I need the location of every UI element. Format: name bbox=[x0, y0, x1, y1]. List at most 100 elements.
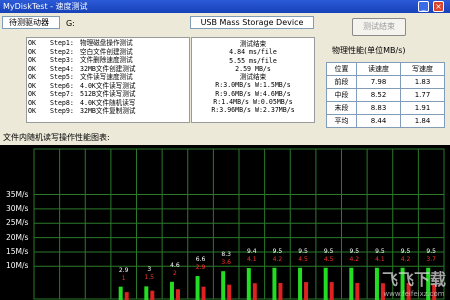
app-window: MyDiskTest - 速度测试 _ × 待测驱动器 G: USB Mass … bbox=[0, 0, 450, 300]
read-value-label: 9.5 bbox=[272, 247, 283, 255]
step-number: Step7: bbox=[50, 90, 74, 98]
read-value-label: 8.3 bbox=[221, 251, 231, 259]
perf-header-cell: 读速度 bbox=[356, 62, 401, 76]
minimize-button[interactable]: _ bbox=[418, 1, 429, 12]
result-line: 2.59 MB/s bbox=[235, 64, 271, 73]
perf-row: 末段 8.83 1.91 bbox=[326, 101, 445, 115]
write-value-label: 4.2 bbox=[349, 255, 360, 263]
result-line: 4.84 ms/file bbox=[229, 48, 277, 57]
read-value-label: 9.5 bbox=[323, 247, 334, 255]
read-bar bbox=[169, 281, 174, 300]
write-bar bbox=[124, 292, 129, 300]
perf-row: 前段 7.98 1.83 bbox=[326, 75, 445, 89]
drive-letter: G: bbox=[66, 19, 75, 28]
step-status: OK bbox=[28, 98, 36, 107]
write-bar bbox=[150, 290, 155, 300]
perf-cell-read: 8.44 bbox=[356, 114, 401, 128]
step-row: OK Step2: 空白文件创建测试 bbox=[28, 48, 188, 57]
y-tick-label: 25M/s bbox=[6, 218, 29, 228]
write-value-label: 3.6 bbox=[221, 259, 231, 267]
perf-cell-read: 8.52 bbox=[356, 88, 401, 102]
read-value-label: 6.6 bbox=[195, 256, 206, 264]
perf-cell-pos: 末段 bbox=[326, 101, 357, 115]
perf-table: 位置 读速度 写速度 前段 7.98 1.83 中段 8.52 1.77 末段 8.83 1.91 平均… bbox=[326, 62, 445, 128]
write-bar bbox=[201, 286, 206, 300]
step-status: OK bbox=[28, 56, 36, 64]
result-line: R:3.0MB/s W:1.5MB/s bbox=[215, 81, 291, 90]
step-description: 4.0K文件随机读写 bbox=[80, 98, 136, 107]
step-number: Step6: bbox=[50, 81, 74, 90]
write-value-label: 2.9 bbox=[195, 264, 206, 272]
read-bar bbox=[272, 267, 277, 300]
write-bar bbox=[252, 283, 257, 300]
title-bar: MyDiskTest - 速度测试 _ × bbox=[0, 0, 450, 13]
step-number: Step2: bbox=[50, 47, 74, 56]
step-row: OK Step9: 32MB文件复制测试 bbox=[28, 107, 188, 116]
write-value-label: 1.5 bbox=[144, 274, 155, 282]
read-bar bbox=[246, 268, 251, 300]
result-line: R:1.4MB/s W:0.05MB/s bbox=[213, 98, 293, 107]
write-value-label: 1 bbox=[121, 274, 126, 282]
write-value-label: 3.7 bbox=[426, 255, 436, 263]
drive-label-box: 待测驱动器 bbox=[2, 16, 60, 29]
step-status: OK bbox=[28, 64, 36, 73]
step-row: OK Step6: 4.0K文件读写测试 bbox=[28, 82, 188, 91]
y-tick-label: 15M/s bbox=[6, 246, 29, 256]
read-value-label: 9.5 bbox=[400, 247, 411, 255]
perf-header-cell: 位置 bbox=[326, 62, 357, 76]
step-row: OK Step3: 文件删除速度测试 bbox=[28, 56, 188, 65]
device-select[interactable]: USB Mass Storage Device bbox=[190, 16, 314, 29]
step-status: OK bbox=[28, 107, 36, 115]
y-tick-label: 30M/s bbox=[6, 203, 29, 213]
step-description: 文件读写速度测试 bbox=[80, 73, 133, 81]
perf-row: 平均 8.44 1.84 bbox=[326, 114, 445, 128]
perf-cell-write: 1.84 bbox=[400, 114, 445, 128]
steps-list: OK Step1: 物理磁盘操作测试 OK Step2: 空白文件创建测试 OK Step3:… bbox=[28, 39, 188, 116]
read-value-label: 2.9 bbox=[118, 266, 129, 274]
read-bar bbox=[374, 267, 379, 300]
perf-cell-write: 1.91 bbox=[400, 101, 445, 115]
perf-header-row: 位置 读速度 写速度 bbox=[326, 62, 445, 76]
read-value-label: 9.5 bbox=[349, 247, 360, 255]
write-value-label: 4.1 bbox=[375, 255, 385, 263]
window-title: MyDiskTest - 速度测试 bbox=[3, 2, 88, 11]
step-number: Step5: bbox=[50, 73, 74, 81]
read-bar bbox=[195, 276, 200, 300]
step-row: OK Step1: 物理磁盘操作测试 bbox=[28, 39, 188, 48]
read-bar bbox=[118, 286, 123, 300]
read-value-label: 9.5 bbox=[298, 247, 308, 255]
read-value-label: 9.5 bbox=[375, 247, 385, 255]
y-tick-label: 10M/s bbox=[6, 261, 29, 271]
read-value-label: 3 bbox=[147, 266, 152, 274]
step-description: 空白文件创建测试 bbox=[80, 47, 133, 56]
write-value-label: 4.2 bbox=[400, 255, 411, 263]
read-bar bbox=[349, 267, 354, 300]
step-status: OK bbox=[28, 81, 36, 90]
perf-cell-pos: 中段 bbox=[326, 88, 357, 102]
step-status: OK bbox=[28, 47, 36, 56]
read-value-label: 9.4 bbox=[247, 248, 257, 256]
step-number: Step4: bbox=[50, 64, 74, 73]
step-description: 物理磁盘操作测试 bbox=[80, 39, 133, 47]
close-button[interactable]: × bbox=[433, 1, 444, 12]
step-row: OK Step4: 32MB文件创建测试 bbox=[28, 65, 188, 74]
results-list: 测试结束 4.84 ms/file 5.55 ms/file 2.59 MB/s 测试结… bbox=[193, 40, 313, 115]
step-number: Step1: bbox=[50, 39, 74, 47]
device-name: USB Mass Storage Device bbox=[200, 18, 304, 27]
result-line: 5.55 ms/file bbox=[229, 56, 277, 65]
result-line: 测试结束 bbox=[239, 73, 267, 82]
write-value-label: 4.2 bbox=[272, 255, 283, 263]
read-bar bbox=[144, 286, 149, 300]
write-bar bbox=[175, 289, 180, 300]
perf-cell-read: 8.83 bbox=[356, 101, 401, 115]
write-bar bbox=[227, 284, 232, 300]
step-description: 32MB文件复制测试 bbox=[80, 107, 136, 115]
test-end-button[interactable]: 测试结束 bbox=[352, 18, 406, 36]
perf-cell-pos: 平均 bbox=[326, 114, 357, 128]
read-bar bbox=[323, 267, 328, 300]
perf-cell-write: 1.77 bbox=[400, 88, 445, 102]
write-value-label: 4.5 bbox=[323, 255, 334, 263]
step-description: 文件删除速度测试 bbox=[80, 56, 133, 64]
step-status: OK bbox=[28, 73, 36, 81]
perf-cell-pos: 前段 bbox=[326, 75, 357, 89]
